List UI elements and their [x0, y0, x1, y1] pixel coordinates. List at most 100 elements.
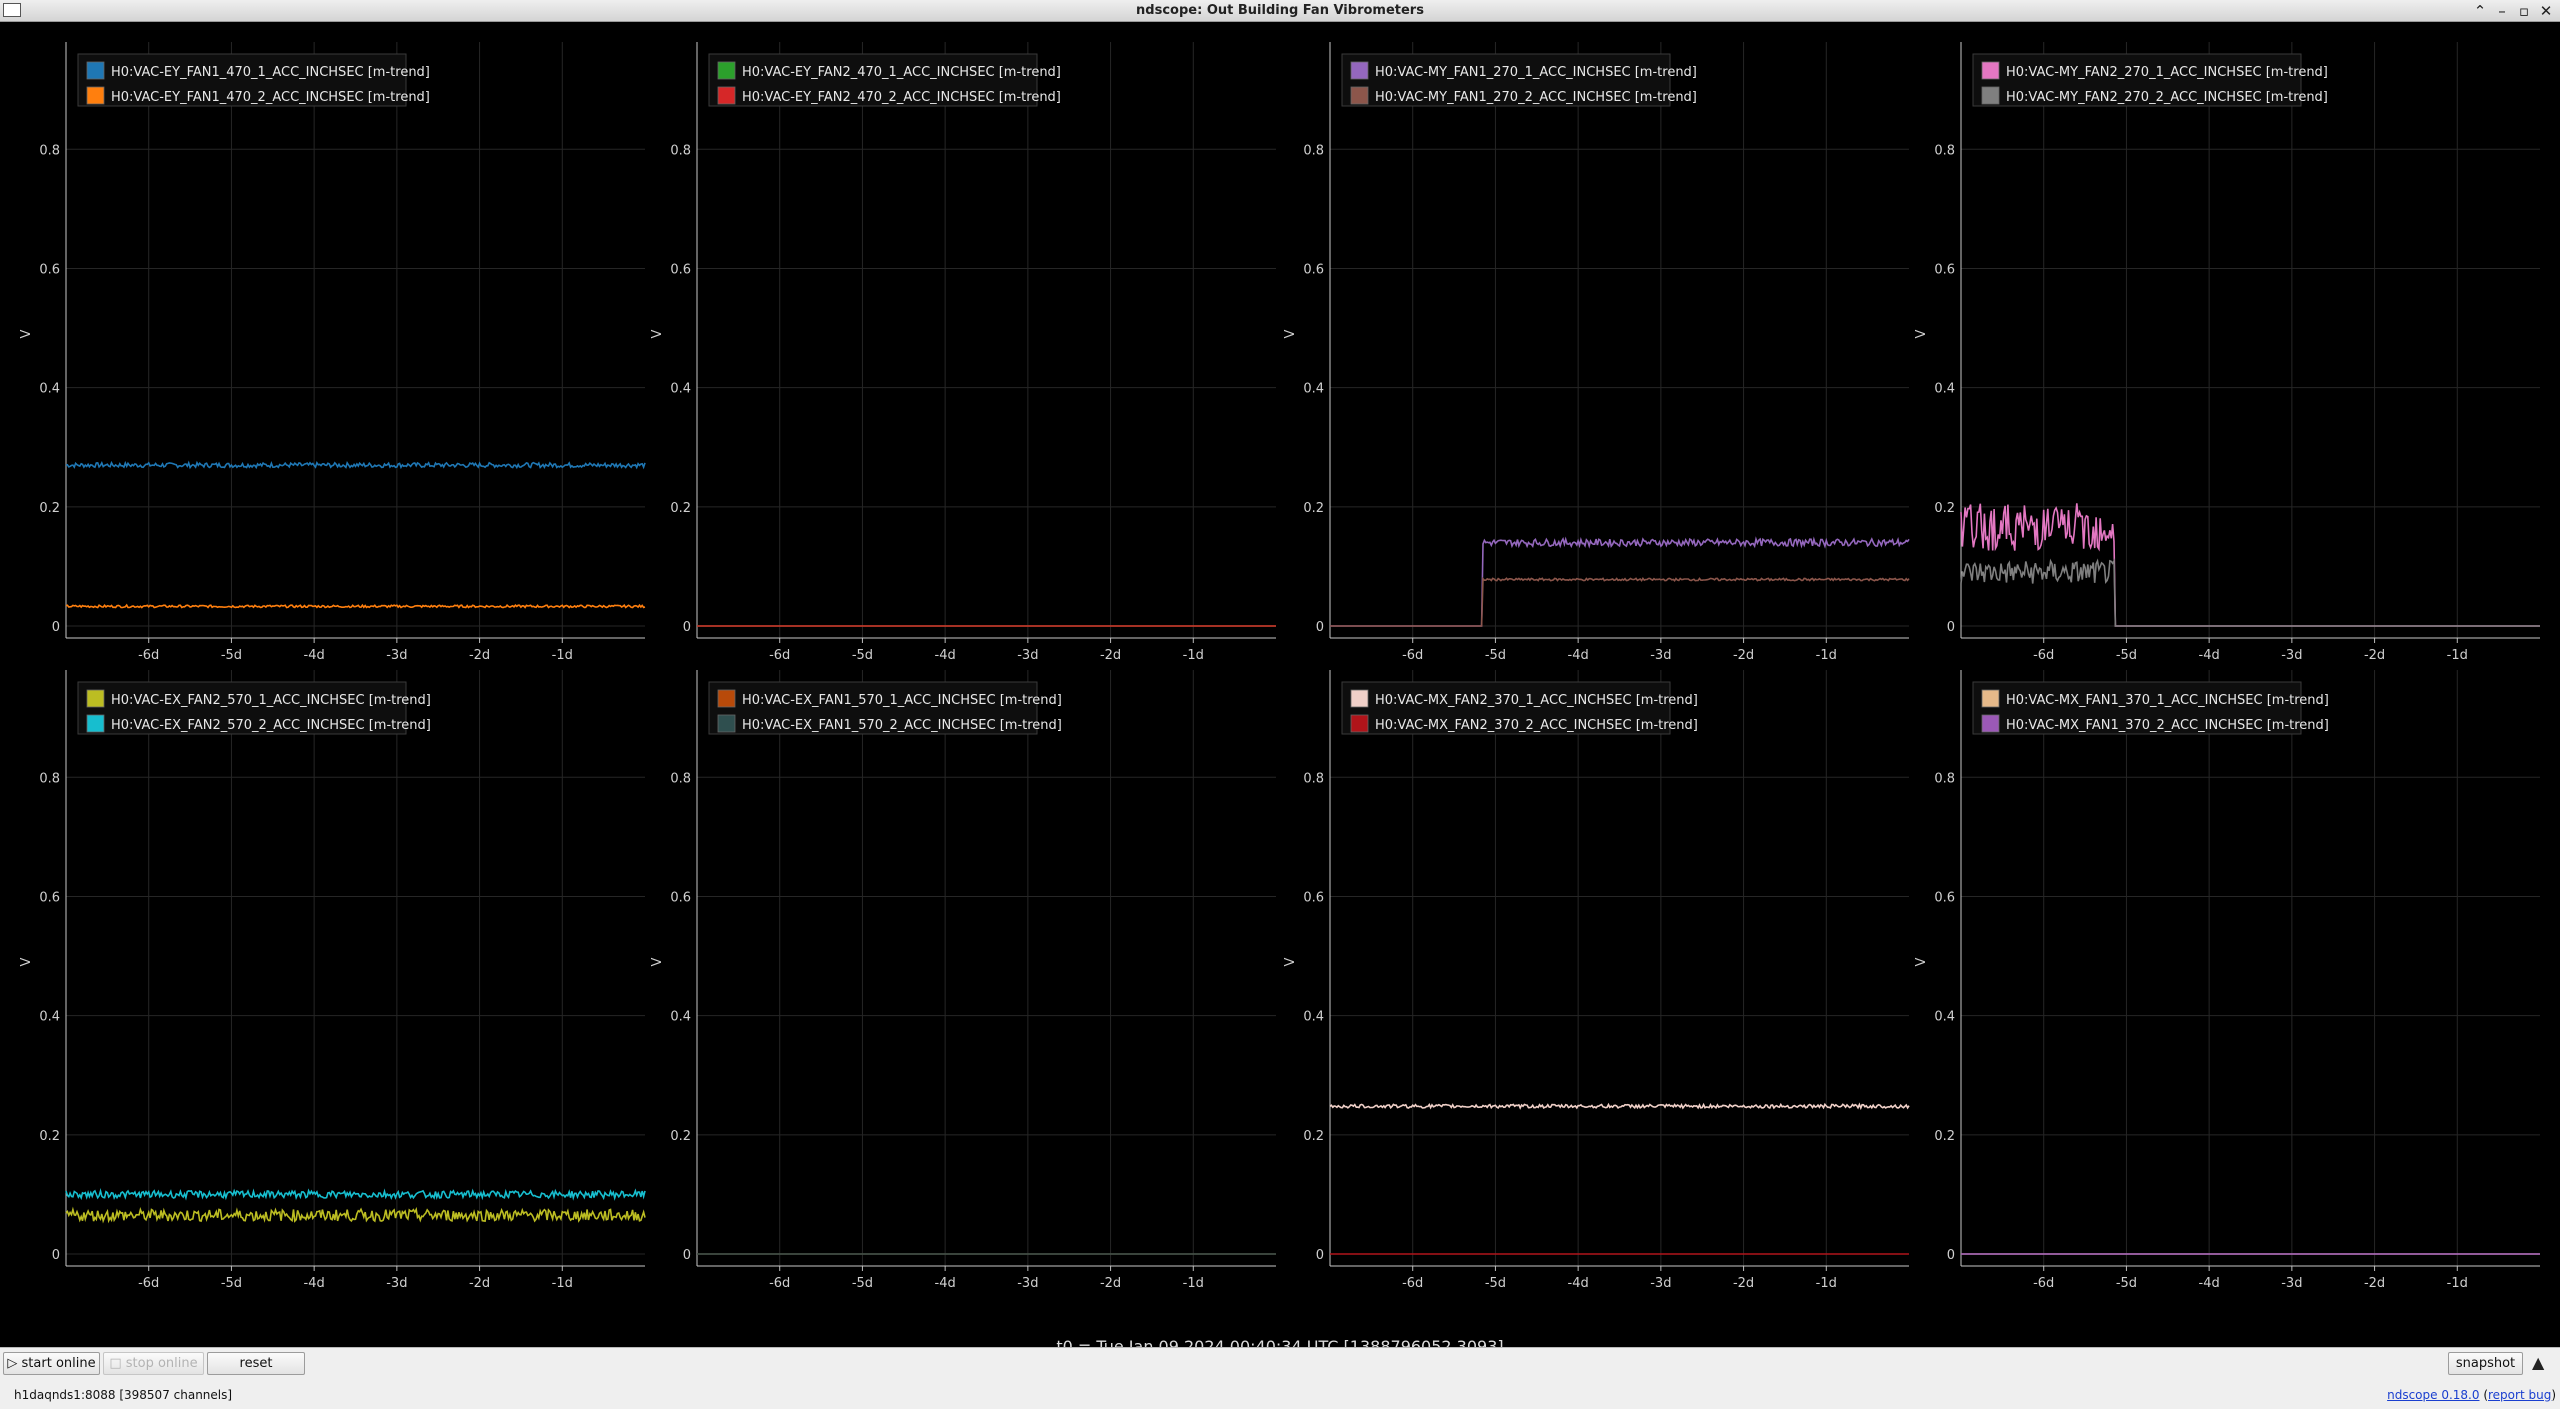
legend-entry: H0:VAC-EY_FAN2_470_1_ACC_INCHSEC [m-tren…	[742, 65, 1061, 80]
y-tick-label: 0.6	[1934, 890, 1955, 905]
x-tick-label: -2d	[1733, 648, 1754, 663]
legend-swatch	[1350, 714, 1369, 733]
legend-entry: H0:VAC-EX_FAN1_570_1_ACC_INCHSEC [m-tren…	[742, 693, 1062, 708]
y-axis-label: V	[1914, 957, 1929, 966]
maximize-icon[interactable]: ▫	[2514, 1, 2534, 21]
y-tick-label: 0.8	[39, 771, 60, 786]
x-tick-label: -2d	[1100, 648, 1121, 663]
y-tick-label: 0.8	[1303, 771, 1324, 786]
y-axis-label: V	[1914, 329, 1929, 338]
x-tick-label: -5d	[2116, 648, 2137, 663]
y-tick-label: 0.8	[1934, 771, 1955, 786]
plots-canvas[interactable]: 0 0.2 0.4 0.6 0.8 -6d -5d -4d -3d -2d -1d V H0:VAC-E…	[0, 22, 2560, 1347]
legend-swatch	[1350, 86, 1369, 105]
legend-entry: H0:VAC-MY_FAN1_270_2_ACC_INCHSEC [m-tren…	[1375, 90, 1697, 105]
reset-button[interactable]: reset	[207, 1352, 305, 1375]
x-tick-label: -1d	[1816, 1276, 1837, 1291]
start-online-label: start online	[21, 1356, 96, 1371]
legend-swatch	[86, 689, 105, 708]
plot-panel: 0 0.2 0.4 0.6 0.8 -6d -5d -4d -3d -2d -1d V H0:VAC-E…	[650, 42, 1276, 663]
y-tick-label: 0.6	[1934, 262, 1955, 277]
y-tick-label: 0.4	[1934, 1010, 1955, 1025]
x-tick-label: -4d	[935, 1276, 956, 1291]
x-tick-label: -4d	[935, 648, 956, 663]
y-tick-label: 0.4	[1303, 382, 1324, 397]
x-tick-label: -6d	[1402, 648, 1423, 663]
x-tick-label: -5d	[2116, 1276, 2137, 1291]
trace-line	[65, 603, 646, 609]
legend-entry: H0:VAC-MX_FAN2_370_1_ACC_INCHSEC [m-tren…	[1375, 693, 1698, 708]
trace-line	[1330, 536, 1910, 627]
plot-panel: 0 0.2 0.4 0.6 0.8 -6d -5d -4d -3d -2d -1d V H0:VAC-E…	[19, 42, 646, 663]
stop-online-button[interactable]: □ stop online	[103, 1352, 204, 1375]
legend-entry: H0:VAC-MX_FAN1_370_1_ACC_INCHSEC [m-tren…	[2006, 693, 2329, 708]
close-icon[interactable]: ✕	[2536, 1, 2556, 21]
legend-entry: H0:VAC-EX_FAN2_570_2_ACC_INCHSEC [m-tren…	[111, 718, 431, 733]
trace-line	[65, 1187, 646, 1201]
x-tick-label: -6d	[1402, 1276, 1423, 1291]
y-tick-label: 0.4	[1303, 1010, 1324, 1025]
x-tick-label: -3d	[2281, 648, 2302, 663]
y-tick-label: 0.4	[39, 1010, 60, 1025]
version-info: ndscope 0.18.0 (report bug)	[2387, 1388, 2556, 1402]
y-tick-label: 0.6	[670, 262, 691, 277]
server-status: h1daqnds1:8088 [398507 channels]	[14, 1388, 233, 1402]
y-tick-label: 0.2	[1303, 501, 1324, 516]
x-tick-label: -3d	[2281, 1276, 2302, 1291]
y-tick-label: 0	[52, 1248, 60, 1263]
x-tick-label: -2d	[469, 648, 490, 663]
y-tick-label: 0.6	[1303, 890, 1324, 905]
x-tick-label: -1d	[2447, 648, 2468, 663]
start-online-button[interactable]: ▷ start online	[3, 1352, 100, 1375]
x-tick-label: -5d	[1485, 648, 1506, 663]
y-tick-label: 0.8	[1303, 143, 1324, 158]
trace-line	[1330, 576, 1910, 627]
legend-entry: H0:VAC-EY_FAN1_470_2_ACC_INCHSEC [m-tren…	[111, 90, 430, 105]
x-tick-label: -2d	[1733, 1276, 1754, 1291]
window-title: ndscope: Out Building Fan Vibrometers	[1136, 3, 1424, 18]
legend-swatch	[1981, 689, 2000, 708]
y-tick-label: 0	[1947, 1248, 1955, 1263]
legend-swatch	[717, 86, 736, 105]
legend-swatch	[86, 86, 105, 105]
x-tick-label: -1d	[1183, 1276, 1204, 1291]
report-bug-link[interactable]: report bug	[2488, 1388, 2551, 1402]
y-tick-label: 0.6	[39, 262, 60, 277]
x-tick-label: -6d	[138, 648, 159, 663]
x-tick-label: -5d	[852, 648, 873, 663]
y-tick-label: 0.2	[1934, 501, 1955, 516]
x-tick-label: -3d	[1650, 1276, 1671, 1291]
x-tick-label: -4d	[1568, 1276, 1589, 1291]
x-tick-label: -5d	[221, 1276, 242, 1291]
y-tick-label: 0.6	[1303, 262, 1324, 277]
minimize-icon[interactable]: –	[2492, 1, 2512, 21]
x-tick-label: -6d	[138, 1276, 159, 1291]
version-link[interactable]: ndscope 0.18.0	[2387, 1388, 2479, 1402]
legend-entry: H0:VAC-MX_FAN2_370_2_ACC_INCHSEC [m-tren…	[1375, 718, 1698, 733]
y-tick-label: 0.6	[39, 890, 60, 905]
trace-line	[1329, 1102, 1910, 1111]
x-tick-label: -5d	[1485, 1276, 1506, 1291]
collapse-panel-icon[interactable]: ▲	[2532, 1353, 2544, 1372]
legend-swatch	[1350, 61, 1369, 80]
legend-entry: H0:VAC-EX_FAN2_570_1_ACC_INCHSEC [m-tren…	[111, 693, 431, 708]
legend-swatch	[1981, 61, 2000, 80]
legend-swatch	[1981, 714, 2000, 733]
legend-swatch	[86, 61, 105, 80]
collapse-icon[interactable]: ⌃	[2470, 1, 2490, 21]
x-tick-label: -2d	[1100, 1276, 1121, 1291]
x-tick-label: -5d	[852, 1276, 873, 1291]
plot-panel: 0 0.2 0.4 0.6 0.8 -6d -5d -4d -3d -2d -1d V H0:VAC-E…	[650, 670, 1276, 1291]
snapshot-button[interactable]: snapshot	[2448, 1352, 2523, 1375]
plot-grid: 0 0.2 0.4 0.6 0.8 -6d -5d -4d -3d -2d -1d V H0:VAC-E…	[0, 22, 2560, 1356]
y-axis-label: V	[19, 329, 34, 338]
y-tick-label: 0	[683, 1248, 691, 1263]
y-tick-label: 0.4	[670, 1010, 691, 1025]
x-tick-label: -1d	[1183, 648, 1204, 663]
legend-entry: H0:VAC-MX_FAN1_370_2_ACC_INCHSEC [m-tren…	[2006, 718, 2329, 733]
control-bar: ▷ start online □ stop online reset snaps…	[0, 1347, 2560, 1409]
y-tick-label: 0.8	[670, 771, 691, 786]
x-tick-label: -6d	[769, 1276, 790, 1291]
x-tick-label: -3d	[386, 1276, 407, 1291]
y-axis-label: V	[1283, 329, 1298, 338]
